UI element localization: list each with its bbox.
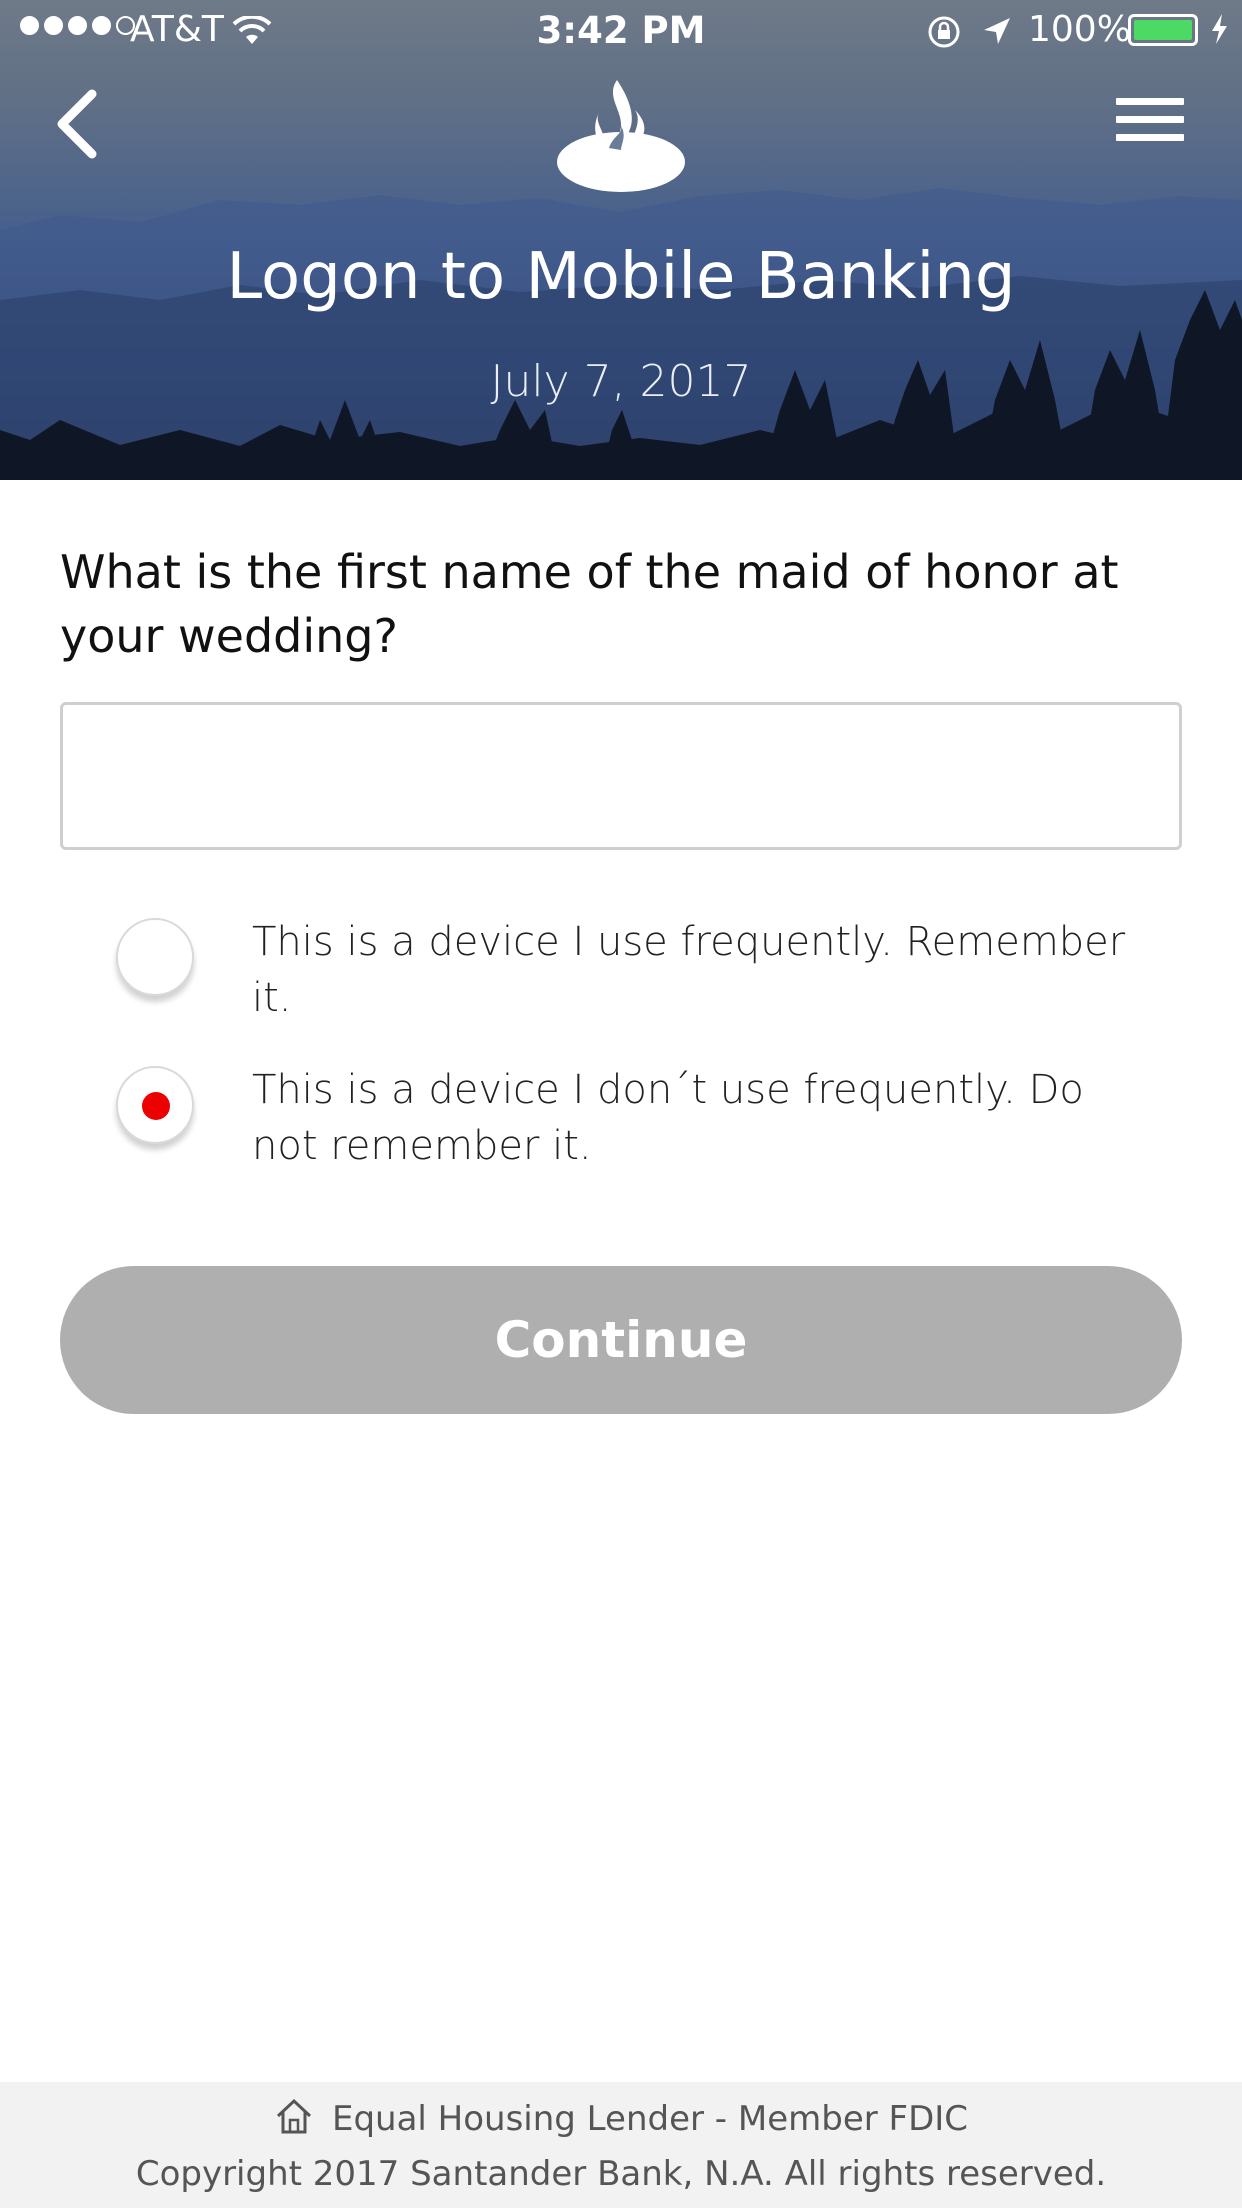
menu-button[interactable]	[1116, 98, 1184, 146]
footer-copyright: Copyright 2017 Santander Bank, N.A. All …	[135, 2154, 1107, 2194]
radio-do-not-remember-device[interactable]	[116, 1066, 194, 1144]
security-question: What is the first name of the maid of ho…	[60, 545, 1119, 663]
page-date: July 7, 2017	[490, 356, 752, 407]
rotation-lock-icon	[926, 14, 962, 59]
footer-lender-line: Equal Housing Lender - Member FDIC	[0, 2096, 1242, 2145]
location-arrow-icon	[980, 14, 1014, 57]
logon-page: AT&T 3:42 PM 100% Logon to Mobile Bankin…	[0, 0, 1242, 2208]
page-title: Logon to Mobile Banking	[226, 240, 1016, 314]
footer-lender-text: Equal Housing Lender - Member FDIC	[331, 2099, 969, 2139]
battery-icon	[1128, 14, 1198, 46]
continue-button[interactable]: Continue	[60, 1266, 1182, 1414]
option-remember-label: This is a device I use frequently. Remem…	[252, 919, 1126, 1021]
footer: Equal Housing Lender - Member FDIC Copyr…	[0, 2082, 1242, 2208]
option-do-not-remember-label: This is a device I don´t use frequently.…	[252, 1067, 1084, 1169]
hamburger-menu-icon	[1116, 98, 1184, 141]
battery-percent: 100%	[1028, 9, 1131, 50]
status-bar: AT&T 3:42 PM 100%	[0, 0, 1242, 60]
back-button[interactable]	[52, 88, 108, 160]
santander-flame-logo	[551, 76, 691, 196]
charging-bolt-icon	[1208, 12, 1230, 55]
radio-selected-dot	[142, 1092, 170, 1120]
house-icon	[274, 2096, 314, 2145]
radio-remember-device[interactable]	[116, 918, 194, 996]
header-banner: AT&T 3:42 PM 100% Logon to Mobile Bankin…	[0, 0, 1242, 480]
chevron-left-icon	[57, 89, 97, 159]
security-answer-input[interactable]	[60, 702, 1182, 850]
